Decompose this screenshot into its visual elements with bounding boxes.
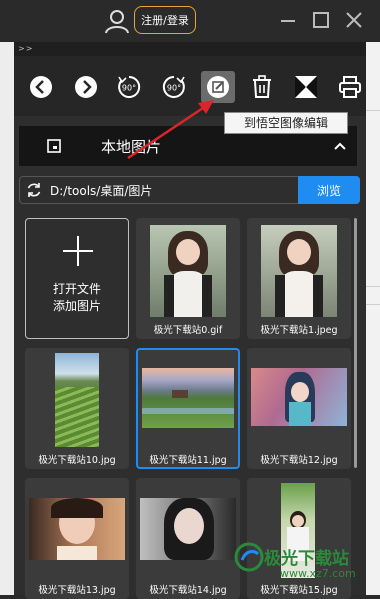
edit-tooltip: 到悟空图像编辑 <box>224 112 348 134</box>
add-image-tile[interactable]: 打开文件 添加图片 <box>25 218 129 339</box>
thumbnail-caption: 极光下载站11.jpg <box>149 455 227 466</box>
watermark-logo: 极光下载站 www.xz7.com <box>230 540 370 595</box>
section-title: 本地图片 <box>101 138 162 156</box>
thumbnail-image <box>29 498 125 560</box>
path-field[interactable]: D:/tools/桌面/图片 <box>50 182 152 199</box>
thumbnail-tile-selected[interactable]: 极光下载站11.jpg <box>136 348 240 469</box>
delete-button[interactable] <box>249 74 275 100</box>
rotate-right-icon: 90° <box>162 75 185 98</box>
grid-scrollbar[interactable] <box>354 218 357 468</box>
browse-button[interactable]: 浏览 <box>298 176 360 204</box>
plus-icon <box>63 236 93 266</box>
maximize-icon[interactable] <box>311 10 331 30</box>
previous-button[interactable] <box>28 74 54 100</box>
thumbnail-caption: 极光下载站14.jpg <box>149 585 227 596</box>
thumbnail-tile[interactable]: 极光下载站14.jpg <box>136 478 240 599</box>
minimize-icon[interactable] <box>278 10 298 30</box>
toolbar: 90° 90° <box>14 56 366 116</box>
thumbnail-image <box>55 353 99 447</box>
watermark-url: www.xz7.com <box>280 567 356 580</box>
flip-icon <box>295 76 317 98</box>
rotate-left-label: 90° <box>122 84 136 93</box>
thumbnail-tile[interactable]: 极光下载站13.jpg <box>25 478 129 599</box>
rotate-right-label: 90° <box>167 84 181 93</box>
trash-icon <box>253 75 271 98</box>
flip-button[interactable] <box>293 74 319 100</box>
refresh-icon[interactable] <box>26 182 42 198</box>
thumbnail-caption: 极光下载站13.jpg <box>38 585 116 596</box>
add-image-label: 打开文件 添加图片 <box>26 281 128 315</box>
edit-icon <box>207 76 229 98</box>
rotate-right-button[interactable]: 90° <box>161 74 187 100</box>
print-button[interactable] <box>337 74 363 100</box>
thumbnail-image <box>150 225 226 317</box>
close-icon[interactable] <box>344 10 364 30</box>
thumbnail-tile[interactable]: 极光下载站0.gif <box>136 218 240 339</box>
thumbnail-caption: 极光下载站0.gif <box>153 325 223 336</box>
breadcrumb[interactable]: >> <box>14 42 366 56</box>
chevron-up-icon[interactable] <box>333 141 347 151</box>
thumbnail-image <box>142 368 234 428</box>
rotate-left-icon: 90° <box>118 75 141 98</box>
background-window-edge <box>0 42 14 595</box>
thumbnail-caption: 极光下载站10.jpg <box>38 455 116 466</box>
thumbnail-caption: 极光下载站1.jpeg <box>260 325 338 336</box>
thumbnail-image <box>251 368 347 426</box>
thumbnail-tile[interactable]: 极光下载站10.jpg <box>25 348 129 469</box>
thumbnail-caption: 极光下载站12.jpg <box>260 455 338 466</box>
thumbnail-tile[interactable]: 极光下载站12.jpg <box>247 348 351 469</box>
title-bar: 注册/登录 <box>0 0 380 42</box>
rotate-left-button[interactable]: 90° <box>116 74 142 100</box>
watermark-icon <box>234 542 264 572</box>
add-line-2: 添加图片 <box>52 299 101 313</box>
thumbnail-tile[interactable]: 极光下载站1.jpeg <box>247 218 351 339</box>
folder-image-icon <box>47 139 61 153</box>
watermark-name: 极光下载站 <box>264 549 349 569</box>
path-bar: D:/tools/桌面/图片 浏览 <box>19 176 360 204</box>
add-line-1: 打开文件 <box>52 282 101 296</box>
printer-icon <box>339 76 361 98</box>
thumbnail-image <box>261 225 337 317</box>
chevron-right-icon <box>75 76 97 98</box>
user-icon[interactable] <box>104 8 130 34</box>
thumbnail-image <box>140 498 236 560</box>
edit-image-button[interactable] <box>201 71 235 103</box>
login-button[interactable]: 注册/登录 <box>134 6 196 34</box>
chevron-left-icon <box>30 76 52 98</box>
next-button[interactable] <box>73 74 99 100</box>
background-window-edge-right <box>366 42 380 595</box>
